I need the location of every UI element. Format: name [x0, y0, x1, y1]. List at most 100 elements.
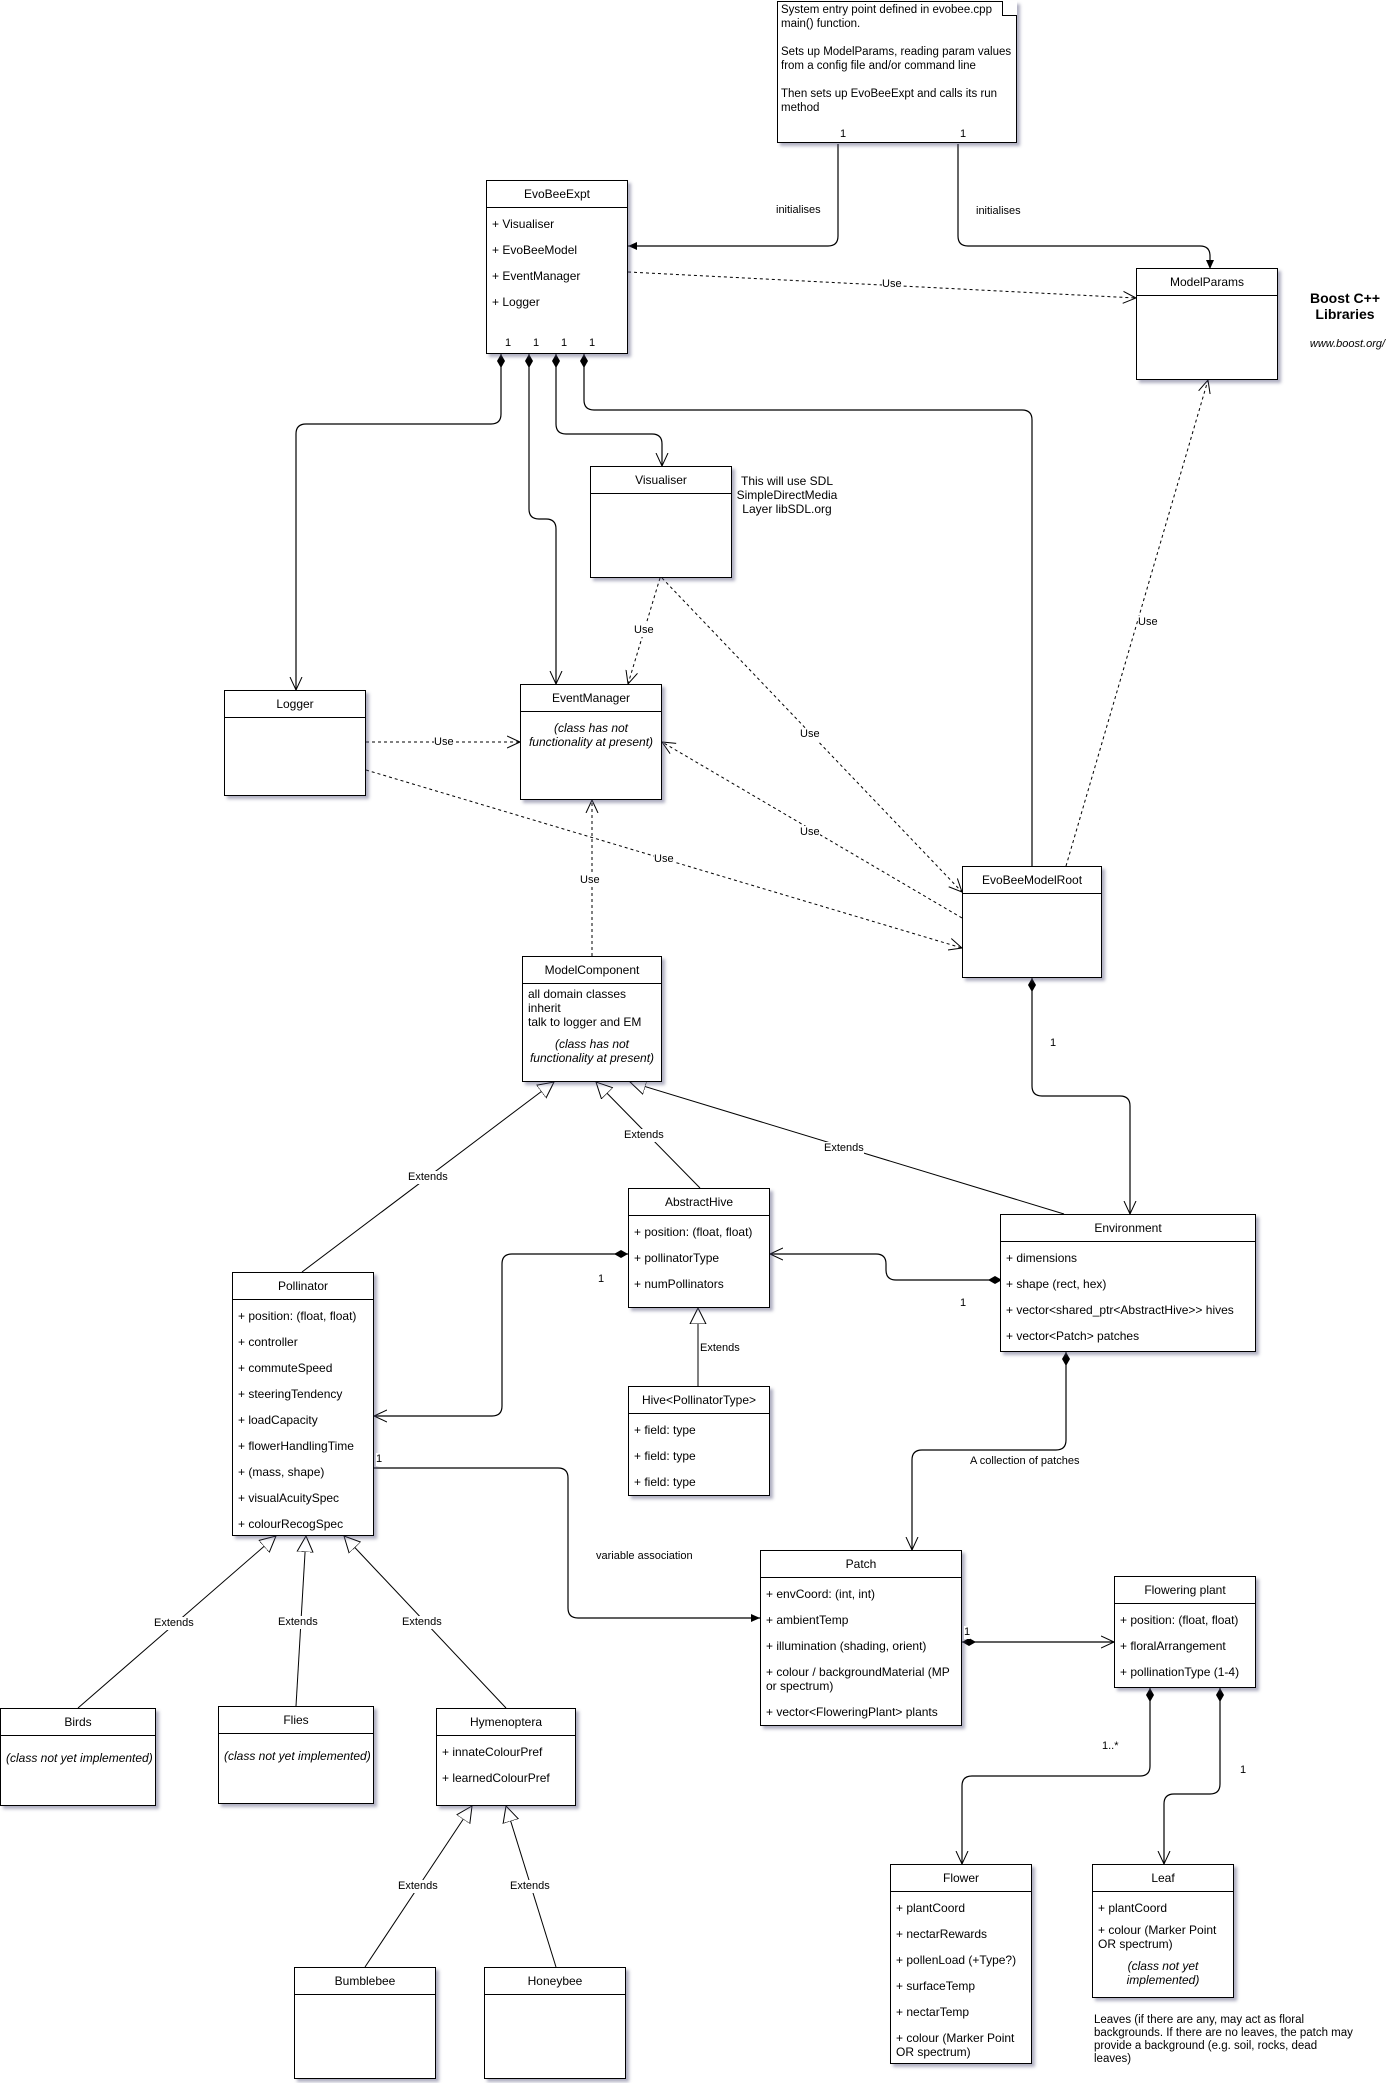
class-attribute: + vector<FloweringPlant> plants	[766, 1705, 938, 1719]
class-floweringplant[interactable]: Flowering plant + position: (float, floa…	[1114, 1576, 1256, 1688]
multiplicity: 1	[376, 1453, 383, 1466]
edge-label-collection: A collection of patches	[970, 1455, 1080, 1468]
multiplicity: 1	[505, 337, 512, 349]
class-pollinator[interactable]: Pollinator + position: (float, float) + …	[232, 1272, 374, 1536]
class-attribute: + nectarRewards	[896, 1927, 988, 1941]
class-attribute: + innateColourPref	[442, 1745, 543, 1759]
class-name: EvoBeeModelRoot	[963, 867, 1101, 894]
class-note: (class has not functionality at present)	[529, 1037, 655, 1065]
edge-label-use: Use	[800, 728, 820, 741]
edge-label-variable-association: variable association	[596, 1550, 693, 1563]
class-attribute: + numPollinators	[634, 1277, 724, 1291]
multiplicity: 1	[561, 337, 568, 349]
note-multiplicity: 1	[960, 128, 967, 141]
class-leaf[interactable]: Leaf + plantCoord + colour (Marker Point…	[1092, 1864, 1234, 1998]
class-attribute: + floralArrangement	[1120, 1639, 1226, 1653]
edge-label-extends: Extends	[824, 1142, 864, 1155]
class-name: Flowering plant	[1115, 1577, 1255, 1604]
class-note: (class not yet implemented)	[224, 1749, 371, 1763]
class-name: Pollinator	[233, 1273, 373, 1300]
edge-label-extends: Extends	[154, 1617, 194, 1630]
class-logger[interactable]: Logger	[224, 690, 366, 796]
multiplicity: 1	[589, 337, 596, 349]
edge-label-use: Use	[654, 853, 674, 866]
edge-env-hive	[770, 1254, 1002, 1280]
class-attribute: + field: type	[634, 1475, 696, 1489]
class-attribute: + colourRecogSpec	[238, 1517, 344, 1531]
multiplicity: 1	[960, 1297, 967, 1310]
class-attribute: + envCoord: (int, int)	[766, 1587, 876, 1601]
edge-label-extends: Extends	[700, 1342, 740, 1355]
boost-title: Boost C++ Libraries	[1309, 290, 1380, 322]
class-text: inherit	[528, 1001, 561, 1015]
note-multiplicity: 1	[840, 128, 847, 141]
class-hymenoptera[interactable]: Hymenoptera + innateColourPref + learned…	[436, 1708, 576, 1806]
class-attribute: + pollinationType (1-4)	[1120, 1665, 1240, 1679]
class-modelparams[interactable]: ModelParams	[1136, 268, 1278, 380]
class-attribute: + colour / backgroundMaterial (MP or spe…	[766, 1665, 950, 1693]
edge-label-extends: Extends	[402, 1616, 442, 1629]
class-attribute: + position: (float, float)	[238, 1309, 357, 1323]
class-name: Hymenoptera	[437, 1709, 575, 1736]
edge-label-use: Use	[1138, 616, 1158, 629]
boost-url[interactable]: www.boost.org/	[1300, 337, 1395, 351]
class-attribute: + pollenLoad (+Type?)	[896, 1953, 1017, 1967]
edge-note-evobeeexpt	[628, 144, 839, 250]
class-name: Bumblebee	[295, 1968, 435, 1995]
multiplicity: 1..*	[1102, 1740, 1119, 1753]
edge-label-extends: Extends	[278, 1616, 318, 1629]
edge-label-initialises: initialises	[776, 204, 821, 217]
class-attribute: + visualAcuitySpec	[238, 1491, 340, 1505]
class-attribute: + colour (Marker Point OR spectrum)	[1098, 1923, 1217, 1951]
class-eventmanager[interactable]: EventManager (class has not functionalit…	[520, 684, 662, 800]
class-name: EventManager	[521, 685, 661, 712]
class-name: ModelComponent	[523, 957, 661, 984]
class-birds[interactable]: Birds (class not yet implemented)	[0, 1708, 156, 1806]
class-attribute: + pollinatorType	[634, 1251, 720, 1265]
multiplicity: 1	[1050, 1037, 1057, 1050]
class-visualiser[interactable]: Visualiser	[590, 466, 732, 578]
class-bumblebee[interactable]: Bumblebee	[294, 1967, 436, 2079]
class-text: all domain classes	[528, 987, 627, 1001]
class-evobeemodelroot[interactable]: EvoBeeModelRoot	[962, 866, 1102, 978]
class-attribute: + dimensions	[1006, 1251, 1078, 1265]
class-name: Visualiser	[591, 467, 731, 494]
class-name: Honeybee	[485, 1968, 625, 1995]
class-evobeeexpt[interactable]: EvoBeeExpt + Visualiser + EvoBeeModel + …	[486, 180, 628, 354]
class-note: (class not yet implemented)	[1126, 1959, 1200, 1987]
class-attribute: + nectarTemp	[896, 2005, 970, 2019]
sdl-note: This will use SDL SimpleDirectMedia Laye…	[736, 474, 838, 516]
class-abstracthive[interactable]: AbstractHive + position: (float, float) …	[628, 1188, 770, 1308]
class-attribute: + plantCoord	[896, 1901, 966, 1915]
class-attribute: + loadCapacity	[238, 1413, 318, 1427]
class-attribute: + vector<Patch> patches	[1006, 1329, 1140, 1343]
multiplicity: 1	[533, 337, 540, 349]
class-attribute: + vector<shared_ptr<AbstractHive>> hives	[1006, 1303, 1234, 1317]
class-attribute: + steeringTendency	[238, 1387, 343, 1401]
edge-env-patch	[912, 1352, 1066, 1550]
class-hive[interactable]: Hive<PollinatorType> + field: type + fie…	[628, 1386, 770, 1496]
edge-label-use: Use	[434, 736, 454, 749]
multiplicity: 1	[598, 1273, 605, 1286]
class-flies[interactable]: Flies (class not yet implemented)	[218, 1706, 374, 1804]
edge-expt-eventmanager	[529, 354, 556, 684]
class-name: EvoBeeExpt	[487, 181, 627, 208]
class-text: talk to logger and EM	[528, 1015, 642, 1029]
class-attribute: + Logger	[492, 295, 540, 309]
class-environment[interactable]: Environment + dimensions + shape (rect, …	[1000, 1214, 1256, 1352]
edge-hive-pollinator	[374, 1254, 628, 1416]
edge-label-initialises: initialises	[976, 205, 1021, 218]
class-flower[interactable]: Flower + plantCoord + nectarRewards + po…	[890, 1864, 1032, 2064]
class-attribute: + Visualiser	[492, 217, 555, 231]
class-attribute: + colour (Marker Point OR spectrum)	[896, 2031, 1015, 2059]
edge-label-use: Use	[634, 624, 654, 637]
class-patch[interactable]: Patch + envCoord: (int, int) + ambientTe…	[760, 1550, 962, 1726]
class-name: Environment	[1001, 1215, 1255, 1242]
class-modelcomponent[interactable]: ModelComponent all domain classes inheri…	[522, 956, 662, 1082]
edge-plant-leaf	[1164, 1688, 1220, 1864]
class-attribute: + position: (float, float)	[1120, 1613, 1239, 1627]
edge-plant-flower	[962, 1688, 1150, 1864]
class-honeybee[interactable]: Honeybee	[484, 1967, 626, 2079]
class-name: ModelParams	[1137, 269, 1277, 296]
leaves-note: Leaves (if there are any, may act as flo…	[1094, 2014, 1353, 2065]
